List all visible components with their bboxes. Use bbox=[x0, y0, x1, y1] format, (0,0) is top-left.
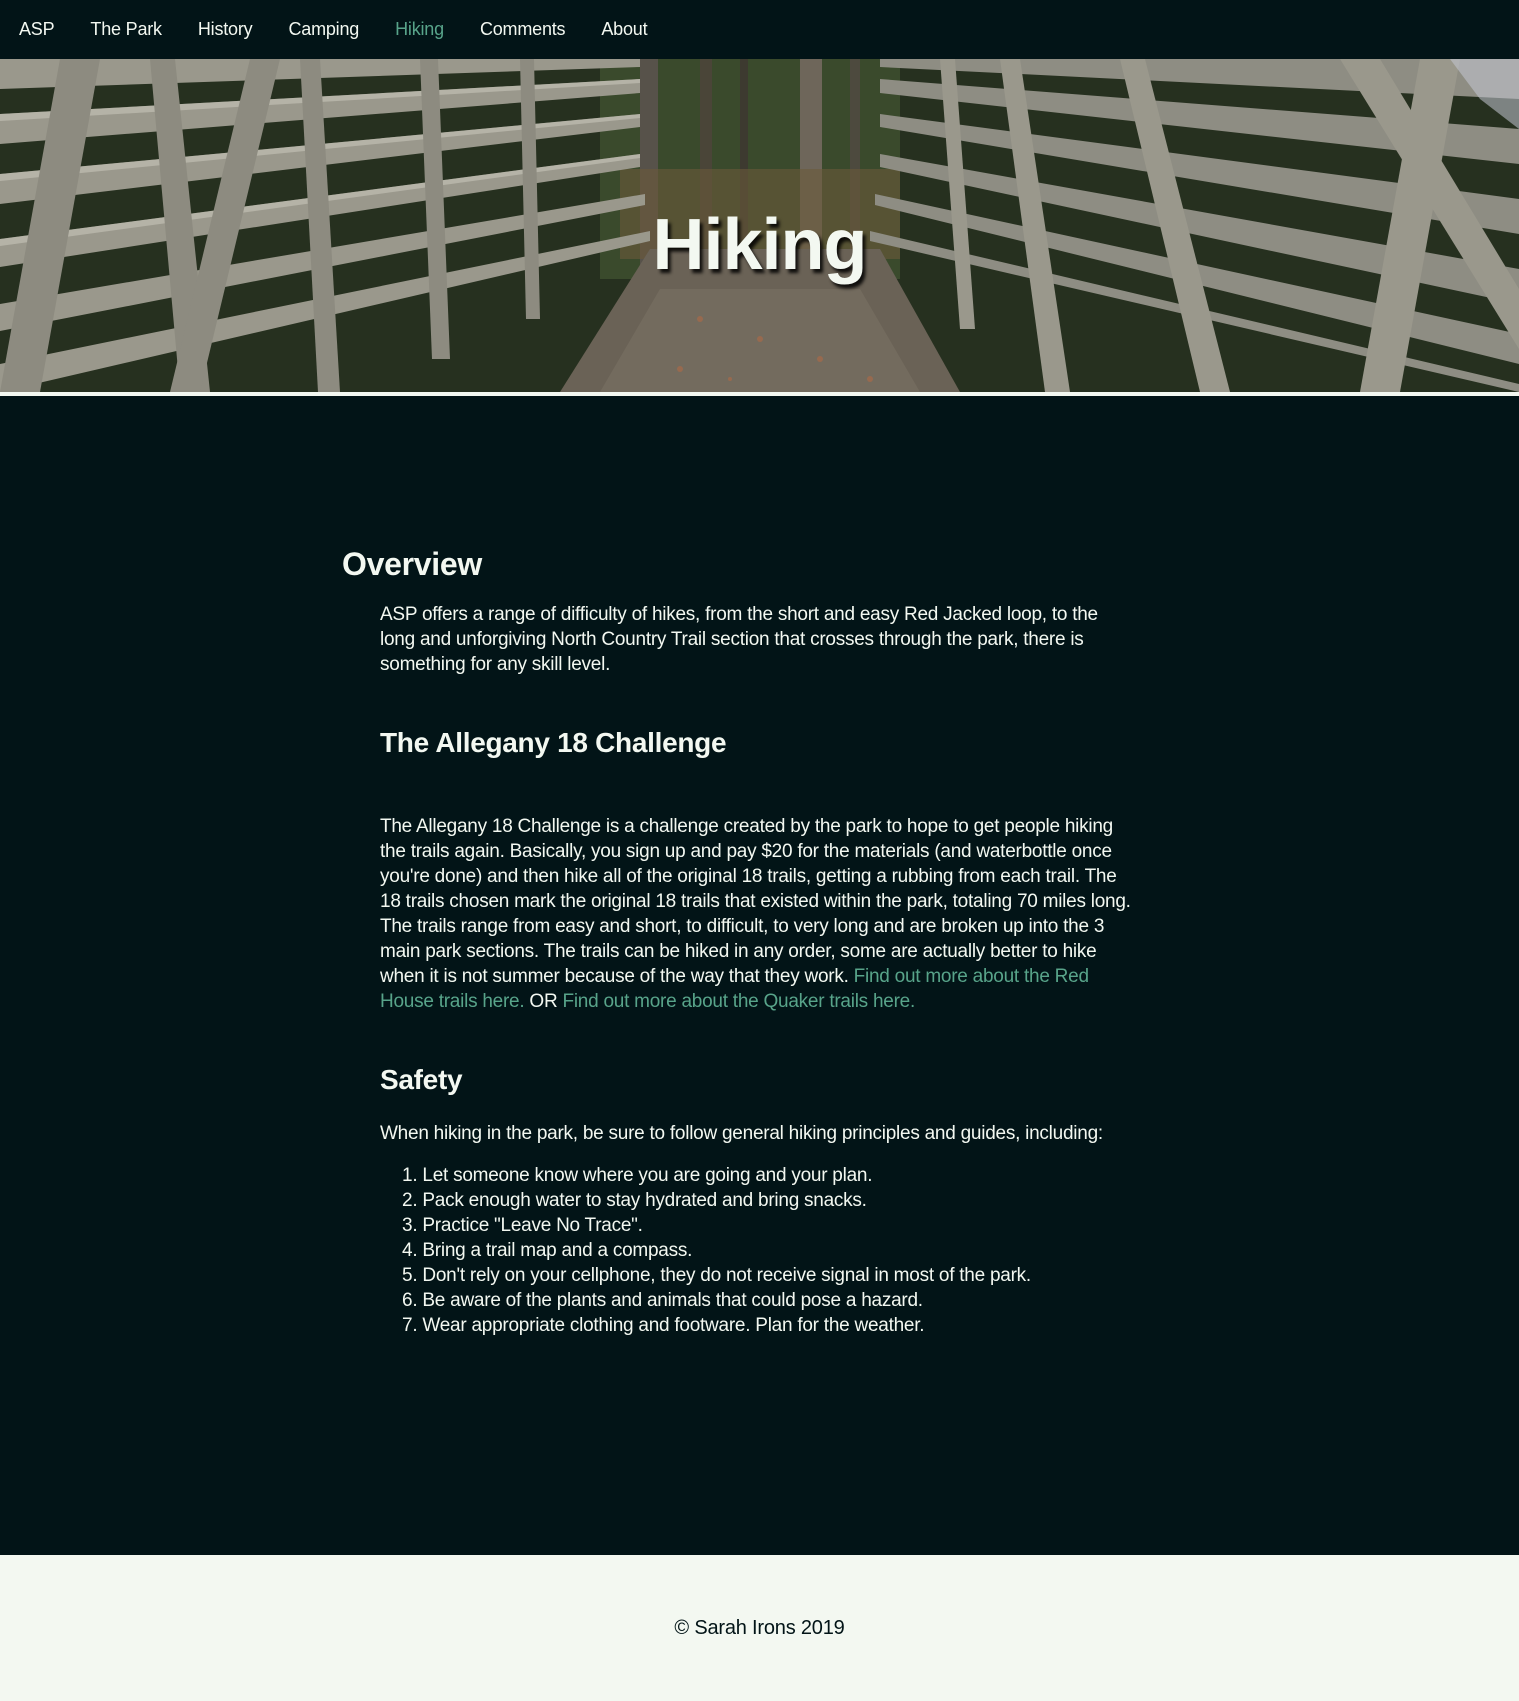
overview-paragraph: ASP offers a range of difficulty of hike… bbox=[380, 604, 1098, 675]
nav-link-camping[interactable]: Camping bbox=[288, 19, 359, 40]
list-item: 2. Pack enough water to stay hydrated an… bbox=[402, 1190, 867, 1211]
challenge-heading: The Allegany 18 Challenge bbox=[380, 727, 727, 758]
quaker-trails-link[interactable]: Find out more about the Quaker trails he… bbox=[562, 991, 915, 1012]
nav-link-history[interactable]: History bbox=[198, 19, 253, 40]
challenge-paragraph: The Allegany 18 Challenge is a challenge… bbox=[380, 814, 1132, 1014]
top-navigation: ASP The Park History Camping Hiking Comm… bbox=[0, 0, 1519, 59]
safety-rules-list: 1. Let someone know where you are going … bbox=[380, 1163, 1132, 1338]
overview-heading: Overview bbox=[342, 546, 482, 582]
nav-link-comments[interactable]: Comments bbox=[480, 19, 566, 40]
list-item: 1. Let someone know where you are going … bbox=[402, 1165, 873, 1186]
challenge-text: The Allegany 18 Challenge is a challenge… bbox=[380, 816, 1131, 987]
main-content: Overview ASP offers a range of difficult… bbox=[342, 548, 1142, 1338]
safety-intro: When hiking in the park, be sure to foll… bbox=[380, 1123, 1103, 1144]
list-item: 3. Practice "Leave No Trace". bbox=[402, 1215, 643, 1236]
nav-link-about[interactable]: About bbox=[601, 19, 647, 40]
hero-divider bbox=[0, 392, 1519, 396]
or-text: OR bbox=[524, 991, 563, 1012]
safety-heading: Safety bbox=[380, 1064, 463, 1095]
list-item: 6. Be aware of the plants and animals th… bbox=[402, 1290, 923, 1311]
nav-link-asp[interactable]: ASP bbox=[19, 19, 55, 40]
content-body: ASP offers a range of difficulty of hike… bbox=[342, 602, 1142, 1338]
list-item: 5. Don't rely on your cellphone, they do… bbox=[402, 1265, 1031, 1286]
page-footer: © Sarah Irons 2019 bbox=[0, 1555, 1519, 1701]
nav-link-hiking[interactable]: Hiking bbox=[395, 19, 444, 40]
hero-banner: Hiking bbox=[0, 59, 1519, 392]
nav-link-the-park[interactable]: The Park bbox=[90, 19, 162, 40]
list-item: 7. Wear appropriate clothing and footwar… bbox=[402, 1315, 925, 1336]
copyright-text: © Sarah Irons 2019 bbox=[674, 1616, 845, 1639]
list-item: 4. Bring a trail map and a compass. bbox=[402, 1240, 693, 1261]
page-title: Hiking bbox=[652, 205, 867, 285]
